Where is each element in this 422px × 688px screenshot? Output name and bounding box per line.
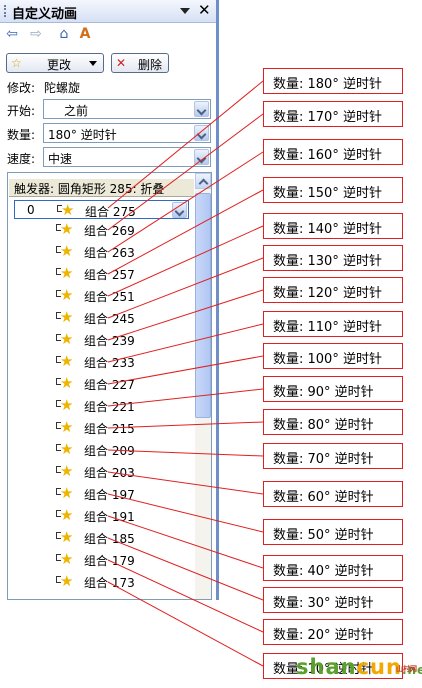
callout-text: 数量: 90° 逆时针 — [273, 385, 374, 400]
leader-line — [107, 388, 264, 407]
leader-line — [107, 559, 264, 633]
callout-box: 数量: 60° 逆时针 — [263, 481, 403, 507]
callout-text: 数量: 60° 逆时针 — [273, 490, 374, 505]
callout-box: 数量: 120° 逆时针 — [263, 277, 403, 303]
leader-line — [107, 355, 264, 385]
callout-box: 数量: 50° 逆时针 — [263, 519, 403, 545]
callout-box: 数量: 170° 逆时针 — [263, 101, 403, 127]
callout-box: 数量: 150° 逆时针 — [263, 177, 403, 203]
callout-text: 数量: 100° 逆时针 — [273, 352, 382, 367]
leader-line — [107, 537, 264, 601]
callout-text: 数量: 120° 逆时针 — [273, 286, 382, 301]
callout-box: 数量: 140° 逆时针 — [263, 213, 403, 239]
leader-line — [107, 289, 264, 341]
callout-text: 数量: 70° 逆时针 — [273, 452, 374, 467]
callout-text: 数量: 30° 逆时针 — [273, 596, 374, 611]
callout-box: 数量: 110° 逆时针 — [263, 311, 403, 337]
callout-text: 数量: 130° 逆时针 — [273, 254, 382, 269]
leader-line — [107, 421, 264, 429]
callout-box: 数量: 30° 逆时针 — [263, 587, 403, 613]
watermark-part: shan — [296, 655, 357, 679]
callout-box: 数量: 130° 逆时针 — [263, 245, 403, 271]
callout-text: 数量: 110° 逆时针 — [273, 320, 382, 335]
callout-text: 数量: 160° 逆时针 — [273, 148, 382, 163]
leader-line — [107, 493, 264, 533]
leader-line — [107, 471, 264, 495]
callout-text: 数量: 50° 逆时针 — [273, 528, 374, 543]
callout-text: 数量: 170° 逆时针 — [273, 110, 382, 125]
leader-line — [107, 581, 264, 667]
callout-box: 数量: 70° 逆时针 — [263, 443, 403, 469]
callout-box: 数量: 20° 逆时针 — [263, 619, 403, 645]
leader-line — [107, 80, 264, 209]
callout-text: 数量: 150° 逆时针 — [273, 186, 382, 201]
callout-text: 数量: 140° 逆时针 — [273, 222, 382, 237]
watermark-sub: 山村网 — [396, 665, 417, 673]
callout-box: 数量: 180° 逆时针 — [263, 68, 403, 94]
callout-box: 数量: 40° 逆时针 — [263, 555, 403, 581]
callout-text: 数量: 40° 逆时针 — [273, 564, 374, 579]
callout-box: 数量: 80° 逆时针 — [263, 409, 403, 435]
callout-box: 数量: 160° 逆时针 — [263, 139, 403, 165]
leader-line — [107, 113, 264, 231]
callout-box: 数量: 90° 逆时针 — [263, 376, 403, 402]
callout-text: 数量: 80° 逆时针 — [273, 418, 374, 433]
leader-line — [107, 449, 264, 457]
leader-line — [107, 257, 264, 319]
leader-line — [107, 323, 264, 363]
callout-text: 数量: 20° 逆时针 — [273, 628, 374, 643]
callout-text: 数量: 180° 逆时针 — [273, 77, 382, 92]
leader-line — [107, 515, 264, 569]
callout-box: 数量: 100° 逆时针 — [263, 343, 403, 369]
